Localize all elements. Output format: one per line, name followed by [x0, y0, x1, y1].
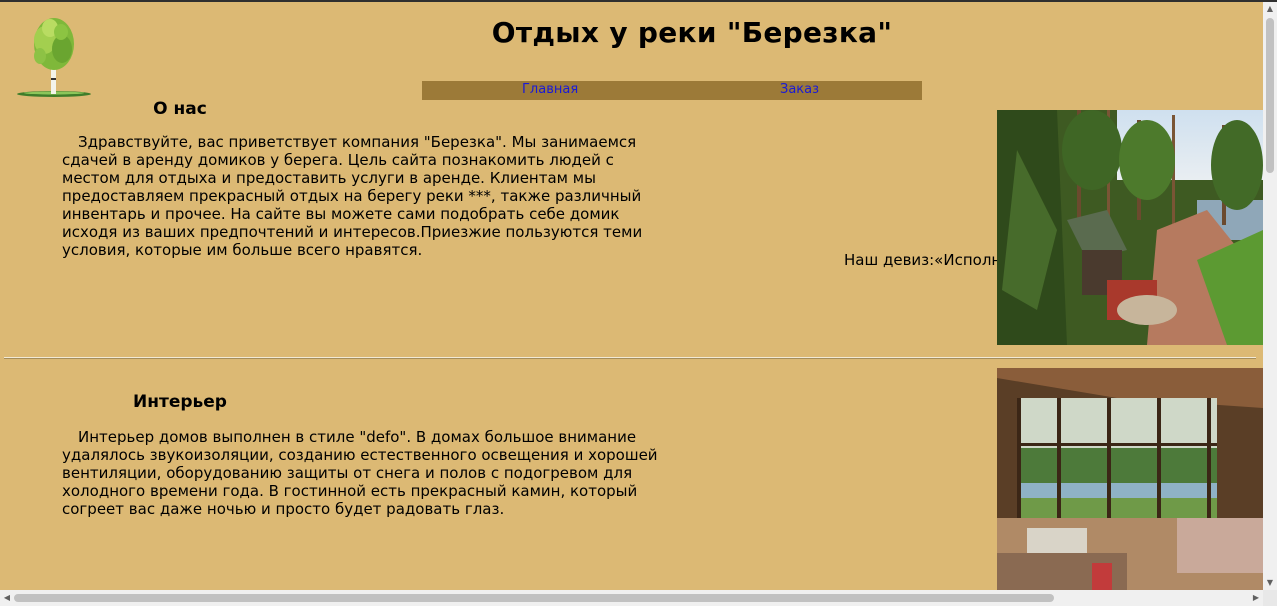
nav-link-home[interactable]: Главная	[522, 82, 578, 97]
interior-photo	[997, 368, 1263, 590]
birch-tree-icon	[16, 16, 92, 100]
interior-text: Интерьер домов выполнен в стиле "defo". …	[62, 428, 658, 518]
scroll-right-icon[interactable]: ▶	[1249, 590, 1263, 606]
vertical-scrollbar[interactable]: ▲ ▼	[1263, 2, 1277, 590]
forest-house-photo	[997, 110, 1263, 345]
nav-link-order[interactable]: Заказ	[780, 82, 819, 97]
scroll-up-icon[interactable]: ▲	[1263, 2, 1277, 16]
scroll-down-icon[interactable]: ▼	[1263, 576, 1277, 590]
horizontal-scrollbar[interactable]: ◀ ▶	[0, 590, 1263, 606]
about-heading: О нас	[153, 99, 207, 119]
section-divider	[4, 357, 1256, 359]
motto-text: Наш девиз:«Исполни»	[844, 251, 1021, 269]
scrollbar-corner	[1263, 590, 1277, 606]
interior-heading: Интерьер	[133, 392, 227, 412]
nav-bar: Главная Заказ	[422, 81, 922, 100]
scroll-left-icon[interactable]: ◀	[0, 590, 14, 606]
about-text: Здравствуйте, вас приветствует компания …	[62, 133, 643, 259]
window-top-border	[0, 0, 1277, 2]
horizontal-scroll-thumb[interactable]	[14, 594, 1054, 602]
vertical-scroll-thumb[interactable]	[1266, 18, 1274, 173]
page-title: Отдых у реки "Березка"	[491, 16, 893, 49]
